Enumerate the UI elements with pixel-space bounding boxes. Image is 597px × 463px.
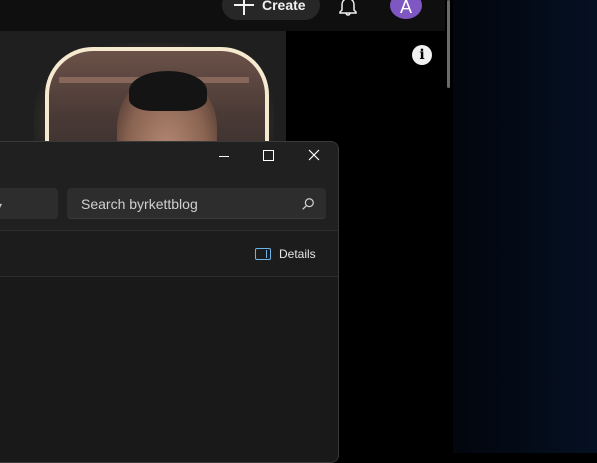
page-scrollbar-thumb[interactable] [447,0,450,88]
notifications-bell-icon[interactable] [336,0,360,18]
address-bar-row: ▾ Search byrkettblog [0,180,338,231]
close-icon [308,149,320,161]
plus-icon [234,0,254,15]
person-hair [129,71,207,111]
details-pane-icon [255,248,271,260]
top-header: Create A [0,0,453,31]
info-icon[interactable]: i [412,45,432,65]
window-titlebar[interactable] [0,142,338,180]
details-label: Details [279,247,316,261]
close-button[interactable] [291,142,337,172]
avatar-letter: A [399,0,412,17]
address-field[interactable]: ▾ [0,188,58,219]
file-list-area[interactable] [0,277,338,462]
maximize-button[interactable] [246,142,292,172]
search-placeholder: Search byrkettblog [81,196,198,212]
create-button[interactable]: Create [222,0,320,20]
search-icon[interactable] [301,197,315,211]
details-button[interactable]: Details [255,243,316,265]
minimize-button[interactable] [201,142,247,172]
file-explorer-window: ▾ Search byrkettblog Details [0,141,339,463]
channel-banner [0,31,286,141]
create-label: Create [262,0,306,13]
search-input[interactable]: Search byrkettblog [67,188,326,219]
account-avatar[interactable]: A [390,0,422,19]
channel-photo [49,51,265,141]
channel-photo-frame[interactable] [45,47,269,141]
desktop-background [453,0,597,453]
chevron-down-icon[interactable]: ▾ [0,201,2,212]
command-bar: Details [0,231,338,277]
